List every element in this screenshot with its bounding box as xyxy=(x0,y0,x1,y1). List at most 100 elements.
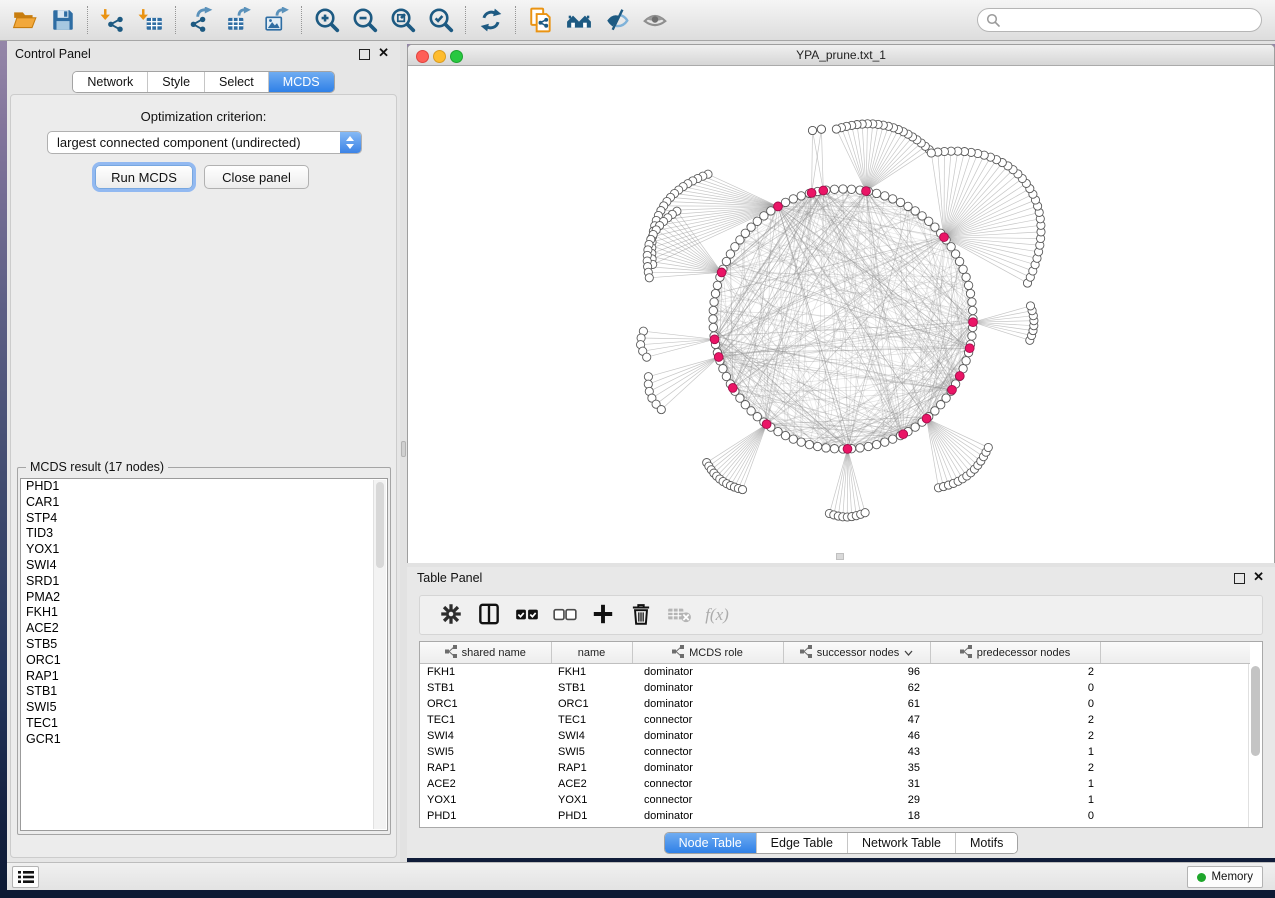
mcds-result-item[interactable]: YOX1 xyxy=(21,542,387,558)
column-header-filler xyxy=(1100,642,1250,664)
import-network-button[interactable] xyxy=(94,3,132,37)
mcds-result-item[interactable]: GCR1 xyxy=(21,732,387,748)
shared-column-icon xyxy=(800,645,812,661)
mcds-result-list[interactable]: PHD1CAR1STP4TID3YOX1SWI4SRD1PMA2FKH1ACE2… xyxy=(20,478,388,831)
mcds-result-item[interactable]: STP4 xyxy=(21,511,387,527)
shared-column-icon xyxy=(960,645,972,661)
mcds-result-item[interactable]: STB5 xyxy=(21,637,387,653)
column-header-MCDS-role[interactable]: MCDS role xyxy=(632,642,783,664)
close-panel-button[interactable]: Close panel xyxy=(204,165,309,189)
show-all-disabled-button[interactable] xyxy=(636,3,674,37)
table-row[interactable]: SWI5SWI5connector431 xyxy=(420,744,1250,760)
column-header-predecessor-nodes[interactable]: predecessor nodes xyxy=(930,642,1100,664)
new-network-from-selection-button[interactable] xyxy=(522,3,560,37)
import-table-button[interactable] xyxy=(132,3,170,37)
table-panel-header: Table Panel ✕ xyxy=(407,567,1275,593)
zoom-in-button[interactable] xyxy=(308,3,346,37)
network-canvas-svg[interactable] xyxy=(408,66,1274,563)
select-all-button[interactable] xyxy=(508,598,546,632)
mcds-result-item[interactable]: SWI5 xyxy=(21,700,387,716)
table-row[interactable]: SWI4SWI4dominator462 xyxy=(420,728,1250,744)
deselect-all-icon xyxy=(552,601,578,630)
column-header-successor-nodes[interactable]: successor nodes xyxy=(783,642,930,664)
task-history-button[interactable] xyxy=(12,866,39,888)
export-image-button[interactable] xyxy=(258,3,296,37)
show-columns-button[interactable] xyxy=(470,598,508,632)
table-tab-motifs[interactable]: Motifs xyxy=(955,833,1017,853)
table-tabs: Node TableEdge TableNetwork TableMotifs xyxy=(407,832,1275,854)
deselect-all-button[interactable] xyxy=(546,598,584,632)
splitter-grip[interactable] xyxy=(401,441,406,457)
table-toolbar: f(x) xyxy=(419,595,1263,635)
delete-selected-icon xyxy=(628,601,654,630)
export-table-button[interactable] xyxy=(220,3,258,37)
refresh-view-button[interactable] xyxy=(472,3,510,37)
status-bar: Memory xyxy=(7,862,1275,890)
toolbar-separator xyxy=(301,6,303,34)
table-close-panel-icon[interactable]: ✕ xyxy=(1253,572,1264,582)
memory-button[interactable]: Memory xyxy=(1187,866,1263,888)
tab-mcds[interactable]: MCDS xyxy=(268,72,334,92)
mcds-pane: Optimization criterion: largest connecte… xyxy=(10,94,397,858)
table-row[interactable]: RAP1RAP1dominator352 xyxy=(420,760,1250,776)
zoom-fit-button[interactable] xyxy=(384,3,422,37)
application-window: Control Panel ✕ NetworkStyleSelectMCDS O… xyxy=(0,0,1275,898)
table-row[interactable]: ORC1ORC1dominator610 xyxy=(420,696,1250,712)
search-box xyxy=(977,8,1262,32)
mcds-result-item[interactable]: STB1 xyxy=(21,684,387,700)
float-window-icon[interactable] xyxy=(359,49,370,60)
table-tab-edge-table[interactable]: Edge Table xyxy=(756,833,847,853)
toolbar-separator xyxy=(87,6,89,34)
mcds-result-item[interactable]: TEC1 xyxy=(21,716,387,732)
mcds-result-item[interactable]: PHD1 xyxy=(21,479,387,495)
table-scrollbar[interactable] xyxy=(1248,664,1262,827)
mcds-result-item[interactable]: ACE2 xyxy=(21,621,387,637)
table-row[interactable]: FKH1FKH1dominator962 xyxy=(420,664,1250,681)
network-window: YPA_prune.txt_1 xyxy=(407,44,1275,563)
delete-selected-button[interactable] xyxy=(622,598,660,632)
table-float-window-icon[interactable] xyxy=(1234,573,1245,584)
column-header-shared-name[interactable]: shared name xyxy=(420,642,551,664)
sort-desc-icon xyxy=(904,650,913,656)
select-all-icon xyxy=(514,601,540,630)
hide-selected-button[interactable] xyxy=(598,3,636,37)
criterion-select[interactable]: largest connected component (undirected) xyxy=(47,131,362,154)
mcds-result-item[interactable]: PMA2 xyxy=(21,590,387,606)
mcds-result-item[interactable]: TID3 xyxy=(21,526,387,542)
network-canvas[interactable] xyxy=(408,66,1274,563)
table-row[interactable]: YOX1YOX1connector291 xyxy=(420,792,1250,808)
search-input[interactable] xyxy=(1005,12,1253,28)
table-settings-button[interactable] xyxy=(432,598,470,632)
tab-style[interactable]: Style xyxy=(147,72,204,92)
mcds-result-item[interactable]: SRD1 xyxy=(21,574,387,590)
first-neighbors-button[interactable] xyxy=(560,3,598,37)
mcds-result-item[interactable]: SWI4 xyxy=(21,558,387,574)
add-row-button[interactable] xyxy=(584,598,622,632)
run-mcds-button[interactable]: Run MCDS xyxy=(95,165,193,189)
close-panel-icon[interactable]: ✕ xyxy=(378,48,389,58)
vertical-splitter[interactable] xyxy=(400,41,407,862)
mcds-result-item[interactable]: FKH1 xyxy=(21,605,387,621)
zoom-out-button[interactable] xyxy=(346,3,384,37)
table-tab-network-table[interactable]: Network Table xyxy=(847,833,955,853)
table-row[interactable]: PHD1PHD1dominator180 xyxy=(420,808,1250,824)
export-network-icon xyxy=(188,7,214,33)
table-row[interactable]: ACE2ACE2connector311 xyxy=(420,776,1250,792)
export-network-button[interactable] xyxy=(182,3,220,37)
open-file-button[interactable] xyxy=(6,3,44,37)
table-row[interactable]: TEC1TEC1connector472 xyxy=(420,712,1250,728)
save-session-button[interactable] xyxy=(44,3,82,37)
tab-select[interactable]: Select xyxy=(204,72,268,92)
list-scrollbar[interactable] xyxy=(373,480,386,829)
control-panel-tabs: NetworkStyleSelectMCDS xyxy=(7,71,400,93)
canvas-scroll-nub[interactable] xyxy=(836,553,844,560)
import-table-icon xyxy=(138,7,164,33)
tab-network[interactable]: Network xyxy=(73,72,147,92)
mcds-result-item[interactable]: CAR1 xyxy=(21,495,387,511)
column-header-name[interactable]: name xyxy=(551,642,632,664)
mcds-result-item[interactable]: ORC1 xyxy=(21,653,387,669)
table-row[interactable]: STB1STB1dominator620 xyxy=(420,680,1250,696)
zoom-selected-button[interactable] xyxy=(422,3,460,37)
table-tab-node-table[interactable]: Node Table xyxy=(665,833,756,853)
mcds-result-item[interactable]: RAP1 xyxy=(21,669,387,685)
